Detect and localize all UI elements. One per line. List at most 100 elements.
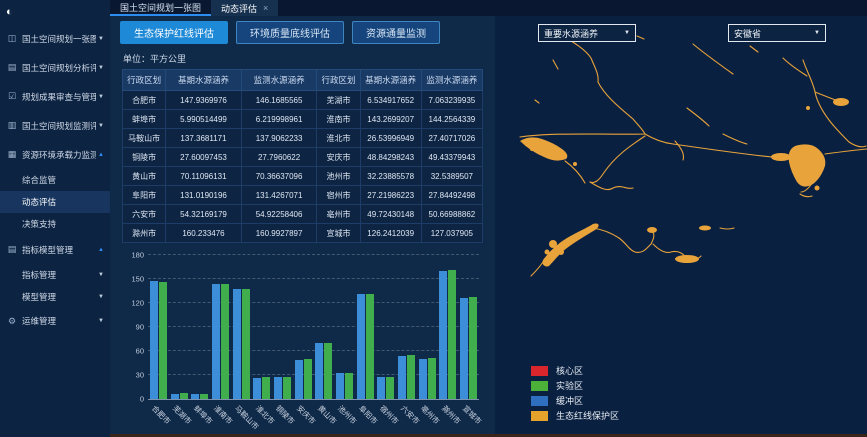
ecology-map[interactable] (495, 16, 867, 373)
chart-x-tick: 铜陵市 (272, 402, 293, 436)
chart-bar[interactable] (357, 294, 365, 399)
sidebar-item-monitor-warning[interactable]: ▥ 国土空间规划监测评估预警 ▼ (0, 111, 110, 140)
env-quality-baseline-button[interactable]: 环境质量底线评估 (236, 21, 344, 44)
chart-bar-group (396, 255, 417, 399)
table-cell: 蚌埠市 (123, 110, 166, 129)
chart-bar[interactable] (150, 281, 158, 399)
chevron-down-icon: ▼ (98, 318, 104, 324)
sidebar-sub-label: 综合监管 (22, 174, 56, 186)
sidebar-item-comprehensive-supervision[interactable]: 综合监管 (0, 169, 110, 191)
chart-bar[interactable] (233, 289, 241, 399)
tab-bar: 国土空间规划一张图 动态评估 × (110, 0, 867, 16)
chart-bar[interactable] (262, 377, 270, 399)
sidebar-item-dynamic-assessment[interactable]: 动态评估 (0, 191, 110, 213)
chart-bar[interactable] (386, 377, 394, 399)
indicator-select[interactable]: 重要水源涵养 ▼ (538, 24, 636, 42)
chart-bar[interactable] (180, 393, 188, 399)
chart-bar[interactable] (324, 343, 332, 399)
sidebar-item-indicator-mgmt[interactable]: 指标管理 ▼ (0, 264, 110, 286)
resource-flux-monitor-button[interactable]: 资源通量监测 (352, 21, 440, 44)
sidebar-item-one-map[interactable]: ◫ 国土空间规划一张图 ▼ (0, 24, 110, 53)
table-cell: 27.60097453 (166, 148, 242, 167)
sidebar-item-label: 规划成果审查与管理 (22, 91, 96, 103)
chart-bar[interactable] (398, 356, 406, 399)
chart-bar-group (334, 255, 355, 399)
chart-bar[interactable] (221, 284, 229, 399)
analysis-icon: ▤ (6, 62, 18, 73)
chart-bar-group (272, 255, 293, 399)
chart-bar[interactable] (366, 294, 374, 399)
sidebar-item-analysis[interactable]: ▤ 国土空间规划分析评价 ▼ (0, 53, 110, 82)
chart-bar[interactable] (242, 289, 250, 399)
sidebar-item-decision-support[interactable]: 决策支持 (0, 213, 110, 235)
chart-x-tick: 亳州市 (417, 402, 438, 436)
chevron-down-icon: ▼ (98, 65, 104, 71)
water-conservation-bar-chart: 0306090120150180 合肥市芜湖市蚌埠市淮南市马鞍山市淮北市铜陵市安… (122, 251, 483, 437)
chart-bar[interactable] (448, 270, 456, 399)
close-icon[interactable]: × (263, 3, 268, 13)
chart-plot: 0306090120150180 (148, 255, 479, 400)
chart-bar[interactable] (304, 359, 312, 399)
chart-bar[interactable] (469, 297, 477, 399)
tab-dynamic-assessment[interactable]: 动态评估 × (211, 0, 278, 16)
sidebar-collapse-button[interactable]: ◐ (0, 4, 110, 24)
chart-bar[interactable] (283, 377, 291, 399)
chart-bar[interactable] (428, 358, 436, 399)
map-legend-label: 核心区 (556, 364, 583, 377)
chart-x-tick: 阜阳市 (355, 402, 376, 436)
chart-bar[interactable] (253, 378, 261, 399)
region-select[interactable]: 安徽省 ▼ (728, 24, 826, 42)
collapse-toggle-icon: ◐ (6, 6, 13, 18)
table-header-cell: 基期水源涵养 (360, 70, 421, 91)
sidebar-sub-label: 动态评估 (22, 196, 56, 208)
chart-x-tick: 淮南市 (210, 402, 231, 436)
tab-one-map[interactable]: 国土空间规划一张图 (110, 0, 211, 16)
table-header-cell: 行政区划 (317, 70, 360, 91)
chart-bar[interactable] (439, 271, 447, 399)
sidebar-item-capacity[interactable]: ▦ 资源环境承载力监测预警 ▲ (0, 140, 110, 169)
table-cell: 7.063239935 (421, 91, 482, 110)
eco-redline-assessment-button[interactable]: 生态保护红线评估 (120, 21, 228, 44)
chart-bar[interactable] (274, 377, 282, 399)
chart-bar-group (458, 255, 479, 399)
chart-bar[interactable] (336, 373, 344, 399)
chart-bar[interactable] (191, 394, 199, 399)
map-legend-label: 生态红线保护区 (556, 409, 619, 422)
chart-bar[interactable] (159, 282, 167, 399)
sidebar-item-model-mgmt[interactable]: 模型管理 ▼ (0, 286, 110, 308)
chart-bar[interactable] (200, 394, 208, 399)
map-legend-item: 核心区 (531, 363, 619, 378)
table-cell: 137.3681171 (166, 129, 242, 148)
sidebar-item-label: 国土空间规划监测评估预警 (22, 120, 96, 132)
table-cell: 宣城市 (317, 224, 360, 243)
chart-bar[interactable] (171, 394, 179, 399)
table-cell: 26.53996949 (360, 129, 421, 148)
table-header-cell: 行政区划 (123, 70, 166, 91)
table-cell: 48.84298243 (360, 148, 421, 167)
unit-label: 单位：平方公里 (123, 52, 495, 65)
table-header-cell: 监测水源涵养 (241, 70, 317, 91)
chart-x-tick: 蚌埠市 (189, 402, 210, 436)
sidebar-item-label: 国土空间规划一张图 (22, 33, 96, 45)
table-cell: 5.990514499 (166, 110, 242, 129)
chart-bar[interactable] (345, 373, 353, 399)
chart-bar[interactable] (315, 343, 323, 399)
sidebar-item-ops-mgmt[interactable]: ⚙ 运维管理 ▼ (0, 308, 110, 334)
table-cell: 49.43379943 (421, 148, 482, 167)
map-protected-areas (520, 98, 849, 267)
map-legend-label: 缓冲区 (556, 394, 583, 407)
chart-bar[interactable] (377, 377, 385, 399)
sidebar-item-review[interactable]: ☑ 规划成果审查与管理 ▼ (0, 82, 110, 111)
table-cell: 6.534917652 (360, 91, 421, 110)
sidebar-sub-label: 模型管理 (22, 291, 56, 303)
sidebar-item-indicator-model-mgmt[interactable]: ▤ 指标模型管理 ▲ (0, 235, 110, 264)
chart-bar-group (438, 255, 459, 399)
chart-bar[interactable] (295, 360, 303, 399)
main-area: 国土空间规划一张图 动态评估 × 生态保护红线评估 环境质量底线评估 资源通量监… (110, 0, 867, 437)
table-row: 蚌埠市5.9905144996.219998961淮南市143.26992071… (123, 110, 483, 129)
chart-bar[interactable] (419, 359, 427, 399)
chart-bar[interactable] (212, 284, 220, 399)
chart-bar[interactable] (460, 298, 468, 399)
table-cell: 27.21986223 (360, 186, 421, 205)
chart-bar[interactable] (407, 355, 415, 399)
